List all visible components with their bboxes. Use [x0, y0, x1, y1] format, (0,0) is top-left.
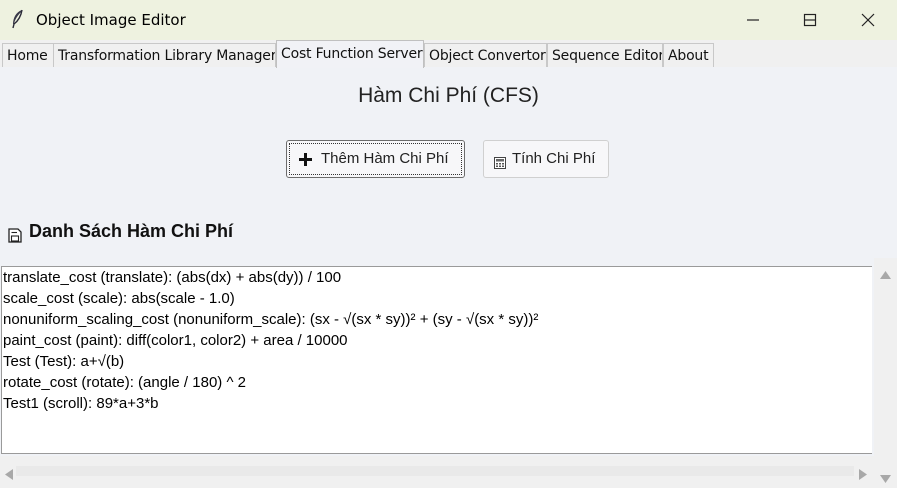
close-icon	[861, 13, 875, 27]
calculator-icon	[494, 156, 506, 173]
scroll-up-arrow-icon[interactable]	[880, 266, 891, 284]
add-cost-function-button[interactable]: Thêm Hàm Chi Phí	[286, 140, 465, 178]
vertical-scrollbar[interactable]	[874, 258, 897, 487]
add-cost-function-label: Thêm Hàm Chi Phí	[321, 150, 449, 167]
list-item[interactable]: nonuniform_scaling_cost (nonuniform_scal…	[2, 309, 872, 330]
save-icon	[8, 228, 22, 248]
maximize-button[interactable]	[781, 0, 839, 40]
list-item[interactable]: Test1 (scroll): 89*a+3*b	[2, 393, 872, 414]
cost-function-list[interactable]: translate_cost (translate): (abs(dx) + a…	[1, 266, 872, 454]
horizontal-scrollbar[interactable]	[0, 456, 874, 487]
minimize-button[interactable]	[724, 0, 782, 40]
window-title: Object Image Editor	[36, 11, 186, 29]
tab-sequence-editor[interactable]: Sequence Editor	[547, 43, 663, 67]
list-item[interactable]: translate_cost (translate): (abs(dx) + a…	[2, 267, 872, 288]
page-title: Hàm Chi Phí (CFS)	[358, 84, 539, 107]
scroll-left-arrow-icon[interactable]	[5, 467, 13, 485]
calculate-cost-label: Tính Chi Phí	[512, 150, 596, 167]
scroll-right-arrow-icon[interactable]	[859, 467, 867, 485]
tab-object-convertor[interactable]: Object Convertor	[424, 43, 547, 67]
scroll-track[interactable]	[16, 466, 854, 476]
tab-transformation-library-manager[interactable]: Transformation Library Manager	[53, 43, 276, 67]
feather-icon	[10, 9, 26, 29]
list-item[interactable]: paint_cost (paint): diff(color1, color2)…	[2, 330, 872, 351]
calculate-cost-button[interactable]: Tính Chi Phí	[483, 140, 609, 178]
tab-cost-function-server[interactable]: Cost Function Server	[276, 40, 424, 68]
tab-home[interactable]: Home	[2, 43, 54, 67]
close-button[interactable]	[839, 0, 897, 40]
scroll-down-arrow-icon[interactable]	[880, 470, 891, 488]
minimize-icon	[747, 19, 759, 21]
list-item[interactable]: Test (Test): a+√(b)	[2, 351, 872, 372]
maximize-icon	[803, 13, 817, 27]
tab-about[interactable]: About	[663, 43, 714, 67]
plus-icon	[298, 152, 313, 171]
list-item[interactable]: scale_cost (scale): abs(scale - 1.0)	[2, 288, 872, 309]
section-title: Danh Sách Hàm Chi Phí	[29, 221, 234, 241]
list-item[interactable]: rotate_cost (rotate): (angle / 180) ^ 2	[2, 372, 872, 393]
